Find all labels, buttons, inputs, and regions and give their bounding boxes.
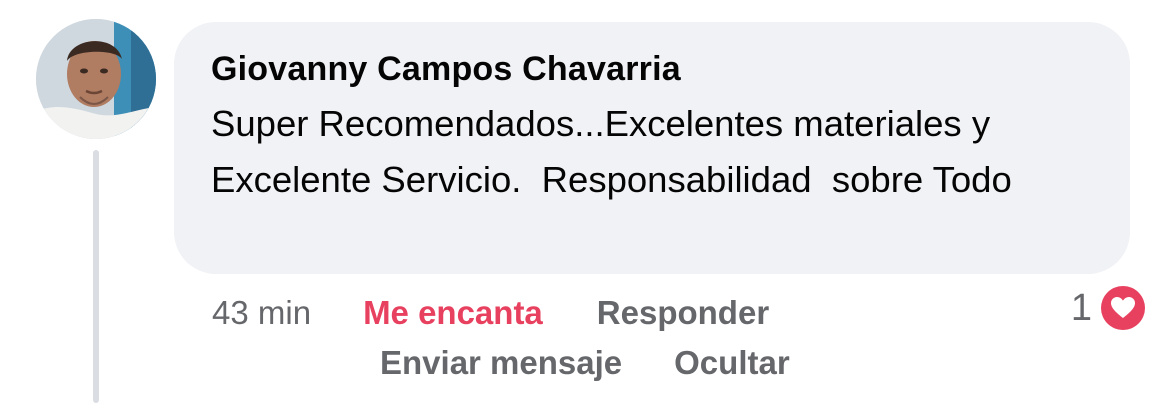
comment-author[interactable]: Giovanny Campos Chavarria xyxy=(211,48,1100,90)
love-reaction-button[interactable]: Me encanta xyxy=(363,290,543,336)
reaction-summary[interactable]: 1 xyxy=(1071,283,1148,333)
send-message-button[interactable]: Enviar mensaje xyxy=(380,340,622,386)
reaction-count: 1 xyxy=(1070,287,1092,329)
actions-row-primary: 43 min Me encanta Responder xyxy=(212,290,912,336)
heart-icon xyxy=(1098,283,1148,333)
comment-bubble: Giovanny Campos Chavarria Super Recomend… xyxy=(174,22,1130,274)
avatar-photo xyxy=(36,19,156,139)
thread-connector-line xyxy=(93,150,99,403)
comment-actions: 43 min Me encanta Responder Enviar mensa… xyxy=(212,290,912,386)
comment-timestamp[interactable]: 43 min xyxy=(212,290,311,336)
hide-button[interactable]: Ocultar xyxy=(674,340,790,386)
actions-row-secondary: Enviar mensaje Ocultar xyxy=(212,340,912,386)
reply-button[interactable]: Responder xyxy=(597,290,769,336)
avatar[interactable] xyxy=(36,19,156,139)
comment-thread: Giovanny Campos Chavarria Super Recomend… xyxy=(0,0,1170,403)
comment-text: Super Recomendados...Excelentes material… xyxy=(211,103,1012,200)
